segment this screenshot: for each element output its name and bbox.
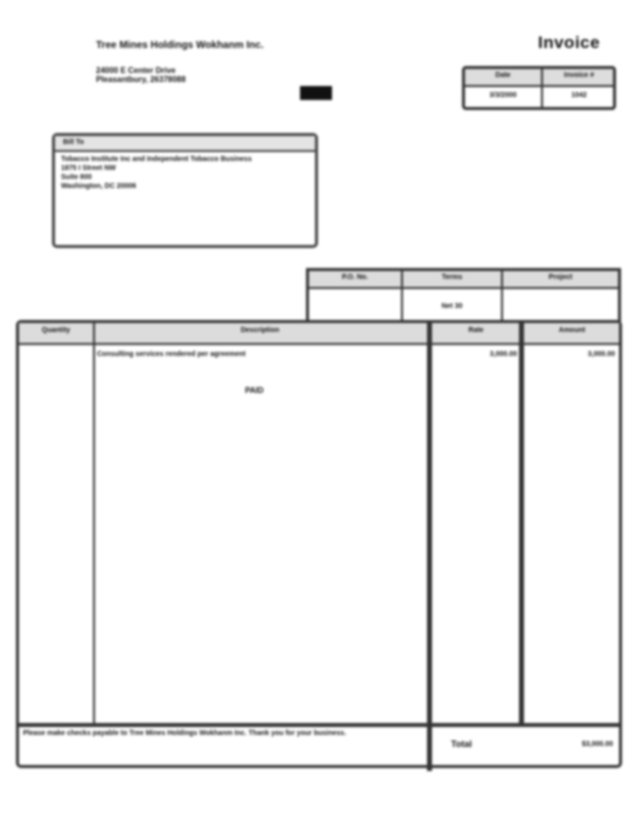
company-name: Tree Mines Holdings Wokhanm Inc. (96, 40, 264, 51)
terms-header-po: P.O. No. (341, 274, 369, 281)
item-amount: 3,000.00 (587, 351, 615, 358)
terms-header-terms: Terms (441, 274, 463, 281)
items-header-amount: Amount (558, 327, 586, 334)
logo-mark (300, 86, 332, 100)
terms-header-project: Project (548, 274, 573, 281)
meta-header-number: Invoice # (564, 72, 594, 79)
bill-to-box: Bill To Tobacco Institute Inc and Indepe… (52, 133, 318, 248)
footer-divider (427, 723, 430, 765)
total-label: Total (451, 739, 472, 749)
bill-to-line-4: Washington, DC 20006 (61, 183, 137, 190)
items-header-rate: Rate (468, 327, 484, 334)
item-description: Consulting services rendered per agreeme… (97, 351, 246, 358)
bill-to-label: Bill To (55, 136, 315, 152)
footer-note: Please make checks payable to Tree Mines… (23, 730, 347, 737)
meta-date-value: 3/3/2000 (489, 92, 517, 99)
bill-to-line-3: Suite 800 (61, 174, 92, 181)
meta-header-date: Date (495, 72, 511, 79)
bill-to-line-2: 1875 I Street NW (61, 165, 116, 172)
meta-number-value: 1042 (571, 92, 587, 99)
company-address: 24000 E Center Drive Pleasantbury, 26378… (96, 66, 186, 84)
address-line-1: 24000 E Center Drive (96, 66, 176, 75)
address-line-2: Pleasantbury, 26378088 (96, 75, 186, 84)
document-title: Invoice (538, 33, 601, 52)
items-divider-qty (93, 323, 95, 723)
invoice-meta-table: Date Invoice # 3/3/2000 1042 (462, 66, 616, 110)
items-header-description: Description (240, 327, 280, 334)
item-rate: 3,000.00 (489, 351, 517, 358)
paid-stamp: PAID (245, 386, 264, 395)
total-value: $3,000.00 (581, 741, 613, 748)
terms-table: P.O. No. Terms Project Net 30 (306, 268, 621, 322)
bill-to-line-1: Tobacco Institute Inc and Independent To… (61, 156, 252, 163)
items-divider-rate (519, 323, 524, 723)
items-header-quantity: Quantity (41, 327, 71, 334)
items-divider-desc (427, 323, 432, 771)
line-items-table: Quantity Description Rate Amount Consult… (16, 320, 622, 771)
items-footer-rule (19, 723, 619, 727)
terms-terms-value: Net 30 (441, 303, 463, 310)
